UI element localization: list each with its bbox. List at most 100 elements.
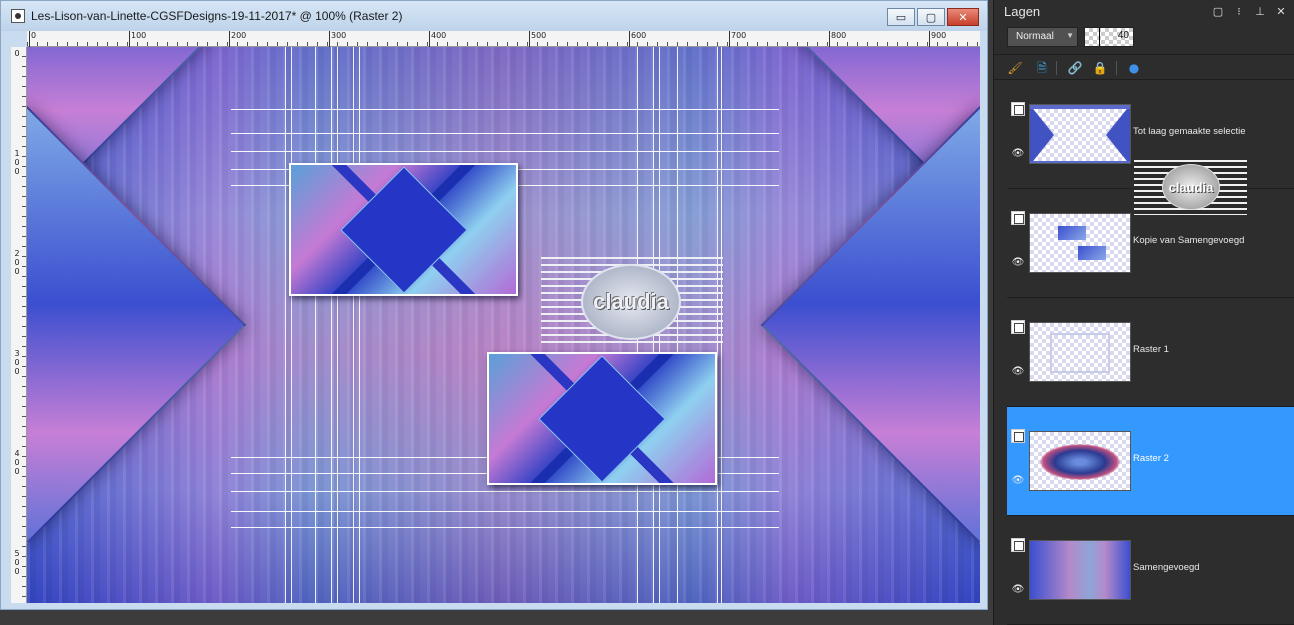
window-title: Les-Lison-van-Linette-CGSFDesigns-19-11-… bbox=[31, 9, 403, 23]
restore-icon[interactable]: ▢ bbox=[1211, 5, 1225, 19]
title-bar[interactable]: Les-Lison-van-Linette-CGSFDesigns-19-11-… bbox=[1, 1, 987, 31]
watermark-logo: claudia bbox=[581, 264, 681, 340]
layer-thumbnail bbox=[1029, 104, 1131, 164]
layer-options-bar: Normaal ▼ 40 bbox=[994, 24, 1294, 54]
thumbnail-shape bbox=[1106, 105, 1130, 163]
ruler-tick: 300 bbox=[14, 349, 20, 376]
raster-layer-icon bbox=[1011, 320, 1025, 334]
ruler-tick: 200 bbox=[228, 31, 247, 47]
frame-line bbox=[231, 109, 779, 110]
maximize-button[interactable]: ▢ bbox=[917, 8, 945, 26]
layer-name: Tot laag gemaakte selectie bbox=[1133, 126, 1246, 137]
mask-icon[interactable]: ● bbox=[1126, 60, 1142, 76]
opacity-value: 40 bbox=[1117, 30, 1129, 41]
minimize-button[interactable]: ▭ bbox=[887, 8, 915, 26]
document-icon bbox=[11, 9, 25, 23]
layer-thumbnail bbox=[1029, 213, 1131, 273]
ruler-tick: 200 bbox=[14, 249, 20, 276]
frame-line bbox=[231, 527, 779, 528]
layer-name: Raster 2 bbox=[1133, 453, 1169, 464]
eye-icon[interactable]: 👁 bbox=[1011, 584, 1025, 596]
frame-line bbox=[331, 47, 332, 603]
pin-icon[interactable]: ⊥ bbox=[1253, 5, 1267, 19]
ruler-tick: 0 bbox=[28, 31, 37, 47]
diamond-shape bbox=[339, 165, 468, 294]
ruler-tick: 100 bbox=[128, 31, 147, 47]
thumbnail-shape bbox=[1030, 161, 1130, 163]
thumbnail-shape bbox=[1078, 246, 1106, 260]
ruler-tick: 600 bbox=[628, 31, 647, 47]
panel-header: Lagen ▢ ⁝ ⊥ ✕ bbox=[994, 0, 1294, 24]
picture-frame bbox=[289, 163, 518, 296]
frame-line bbox=[285, 47, 286, 603]
panel-controls: ▢ ⁝ ⊥ ✕ bbox=[1211, 5, 1288, 19]
layer-name: Kopie van Samengevoegd bbox=[1133, 235, 1245, 246]
frame-line bbox=[231, 151, 779, 152]
frame-line bbox=[231, 511, 779, 512]
opacity-slider[interactable]: 40 bbox=[1084, 27, 1134, 47]
blend-mode-select[interactable]: Normaal ▼ bbox=[1007, 27, 1078, 47]
frame-line bbox=[231, 491, 779, 492]
ruler-tick: 500 bbox=[528, 31, 547, 47]
frame-line bbox=[291, 47, 292, 603]
lock-icon[interactable]: 🔒 bbox=[1092, 60, 1108, 76]
chevron-down-icon: ▼ bbox=[1066, 31, 1074, 40]
watermark-logo: claudia bbox=[1162, 164, 1220, 210]
layers-panel: Lagen ▢ ⁝ ⊥ ✕ Normaal ▼ 40 🖌 🗎 🔗 🔒 ● 👁 T… bbox=[993, 0, 1294, 625]
close-icon[interactable]: ✕ bbox=[1274, 5, 1288, 19]
eye-icon[interactable]: 👁 bbox=[1011, 475, 1025, 487]
toolbar-divider bbox=[1116, 61, 1117, 75]
thumbnail-shape bbox=[1058, 226, 1086, 240]
ruler-tick: 400 bbox=[428, 31, 447, 47]
vertical-ruler: 0 100 200 300 400 500 bbox=[11, 47, 27, 603]
panel-title: Lagen bbox=[1004, 4, 1041, 19]
ruler-tick: 100 bbox=[14, 149, 20, 176]
ruler-tick: 500 bbox=[14, 549, 20, 576]
opacity-marker[interactable] bbox=[1099, 28, 1100, 46]
raster-layer-icon bbox=[1011, 538, 1025, 552]
close-button[interactable]: ✕ bbox=[947, 8, 979, 26]
eye-icon[interactable]: 👁 bbox=[1011, 257, 1025, 269]
ruler-tick: 900 bbox=[928, 31, 947, 47]
frame-line bbox=[353, 47, 354, 603]
document-window: Les-Lison-van-Linette-CGSFDesigns-19-11-… bbox=[0, 0, 988, 610]
raster-layer-icon bbox=[1011, 429, 1025, 443]
link-icon[interactable]: 🔗 bbox=[1067, 60, 1083, 76]
layer-name: Samengevoegd bbox=[1133, 562, 1200, 573]
layer-item[interactable]: 👁 Raster 1 bbox=[1007, 298, 1294, 407]
ruler-tick: 800 bbox=[828, 31, 847, 47]
image-canvas[interactable]: claudia bbox=[27, 47, 980, 603]
ruler-tick: 700 bbox=[728, 31, 747, 47]
floating-watermark[interactable]: claudia bbox=[1134, 160, 1247, 215]
horizontal-ruler: 0 100 200 300 400 500 600 700 800 900 bbox=[27, 31, 980, 47]
thumbnail-shape bbox=[1030, 541, 1130, 599]
thumbnail-shape bbox=[1050, 333, 1110, 373]
picture-frame bbox=[487, 352, 717, 485]
layer-thumbnail bbox=[1029, 540, 1131, 600]
raster-layer-icon bbox=[1011, 102, 1025, 116]
layer-thumbnail bbox=[1029, 431, 1131, 491]
blend-mode-value: Normaal bbox=[1016, 31, 1054, 42]
layer-item[interactable]: 👁 Samengevoegd bbox=[1007, 516, 1294, 625]
toolbar-divider bbox=[1056, 61, 1057, 75]
frame-line bbox=[315, 47, 316, 603]
panel-options-icon[interactable]: ⁝ bbox=[1232, 5, 1246, 19]
watermark-text: claudia bbox=[1168, 179, 1214, 195]
raster-layer-icon bbox=[1011, 211, 1025, 225]
frame-line bbox=[359, 47, 360, 603]
thumbnail-shape bbox=[1030, 105, 1130, 109]
eye-icon[interactable]: 👁 bbox=[1011, 366, 1025, 378]
document-icon[interactable]: 🗎 bbox=[1034, 60, 1050, 76]
ruler-tick: 300 bbox=[328, 31, 347, 47]
layer-thumbnail bbox=[1029, 322, 1131, 382]
thumbnail-shape bbox=[1030, 105, 1054, 163]
frame-line bbox=[231, 133, 779, 134]
ruler-tick: 400 bbox=[14, 449, 20, 476]
ruler-tick: 0 bbox=[14, 49, 20, 58]
layer-name: Raster 1 bbox=[1133, 344, 1169, 355]
brush-icon[interactable]: 🖌 bbox=[1007, 60, 1023, 76]
eye-icon[interactable]: 👁 bbox=[1011, 148, 1025, 160]
thumbnail-shape bbox=[1040, 444, 1120, 480]
frame-line bbox=[337, 47, 338, 603]
layer-item-selected[interactable]: 👁 Raster 2 bbox=[1007, 407, 1294, 516]
